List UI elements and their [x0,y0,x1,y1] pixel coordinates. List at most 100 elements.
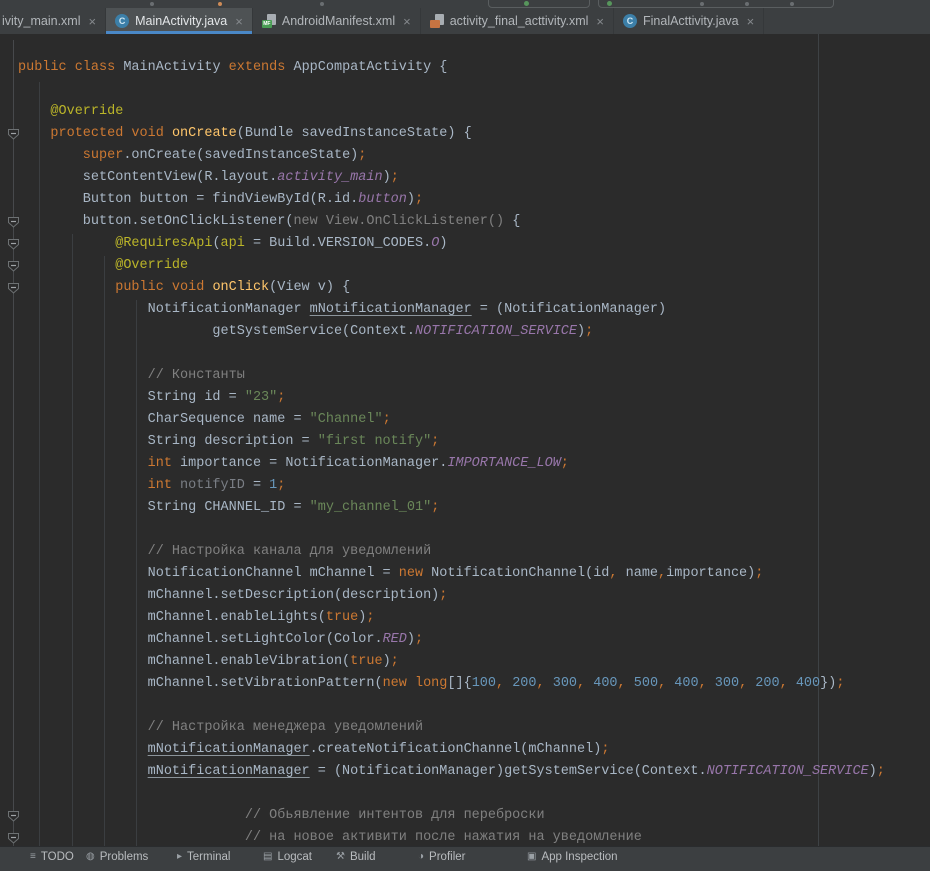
fold-collapse-icon[interactable] [7,810,20,823]
code-line[interactable]: mChannel.enableLights(true); [0,607,930,629]
code-token: 300 [553,676,577,691]
fold-collapse-icon[interactable] [7,832,20,845]
tab-FinalActtivity.java[interactable]: CFinalActtivity.java× [614,8,764,34]
code-line[interactable]: button.setOnClickListener(new View.OnCli… [0,211,930,233]
manifest-file-icon: MF [262,14,276,28]
code-token: ) [383,170,391,185]
code-token: ; [601,742,609,757]
tab-close-icon[interactable]: × [403,15,411,28]
fold-collapse-icon[interactable] [7,238,20,251]
code-token: ) [869,764,877,779]
toolbar-icon-dot [745,2,749,6]
code-line[interactable] [0,695,930,717]
code-token: extends [229,60,294,75]
code-line[interactable]: // Константы [0,365,930,387]
code-token: Button button = findViewById(R.id. [18,192,358,207]
tab-close-icon[interactable]: × [596,15,604,28]
toolwindow-button-problems[interactable]: ◍Problems [86,851,148,863]
code-token: ; [277,478,285,493]
code-line[interactable]: int notifyID = 1; [0,475,930,497]
code-token: mChannel.enableVibration( [18,654,350,669]
code-token: // Константы [18,368,245,383]
code-token: RED [383,632,407,647]
code-line[interactable]: CharSequence name = "Channel"; [0,409,930,431]
code-line[interactable]: NotificationManager mNotificationManager… [0,299,930,321]
code-line[interactable]: // Настройка канала для уведомлений [0,541,930,563]
code-line[interactable]: // Обьявление интентов для переброски [0,805,930,827]
code-token: .onCreate(savedInstanceState) [123,148,358,163]
code-line[interactable]: public void onClick(View v) { [0,277,930,299]
tab-label: FinalActtivity.java [643,14,739,28]
code-line[interactable]: @Override [0,255,930,277]
toolwindow-button-label: Problems [100,851,149,863]
toolwindow-button-terminal[interactable]: ▸Terminal [177,851,231,863]
code-line[interactable]: protected void onCreate(Bundle savedInst… [0,123,930,145]
code-line[interactable] [0,79,930,101]
code-line[interactable]: mChannel.setVibrationPattern(new long[]{… [0,673,930,695]
toolbar-icon-dot [700,2,704,6]
toolwindow-button-build[interactable]: ⚒Build [336,851,376,863]
code-line[interactable]: Button button = findViewById(R.id.button… [0,189,930,211]
code-line[interactable]: int importance = NotificationManager.IMP… [0,453,930,475]
code-line[interactable]: @Override [0,101,930,123]
code-token: importance = NotificationManager. [180,456,447,471]
code-token: }) [820,676,836,691]
code-line[interactable] [0,519,930,541]
code-token: NotificationChannel(id [431,566,609,581]
code-line[interactable]: mNotificationManager.createNotificationC… [0,739,930,761]
code-token: getSystemService(Context. [18,324,415,339]
code-token: 400 [674,676,698,691]
fold-collapse-icon[interactable] [7,128,20,141]
run-config-outline[interactable] [598,0,834,8]
code-line[interactable]: mNotificationManager = (NotificationMana… [0,761,930,783]
tab-MainActivity.java[interactable]: CMainActivity.java× [106,8,253,34]
code-token: importance) [666,566,755,581]
tab-close-icon[interactable]: × [89,15,97,28]
code-line[interactable]: NotificationChannel mChannel = new Notif… [0,563,930,585]
code-token: "23" [245,390,277,405]
code-token: ) [439,236,447,251]
code-token: , [739,676,755,691]
code-line[interactable]: mChannel.setDescription(description); [0,585,930,607]
code-token: NotificationChannel mChannel = [18,566,399,581]
code-line[interactable] [0,343,930,365]
fold-collapse-icon[interactable] [7,260,20,273]
tab-label: MainActivity.java [135,14,227,28]
code-line[interactable]: setContentView(R.layout.activity_main); [0,167,930,189]
code-editor[interactable]: public class MainActivity extends AppCom… [0,34,930,846]
code-line[interactable]: public class MainActivity extends AppCom… [0,57,930,79]
tab-ivity_main.xml[interactable]: ivity_main.xml× [0,8,106,34]
toolwindow-button-profiler[interactable]: ◑Profiler [418,851,465,863]
code-line[interactable]: mChannel.enableVibration(true); [0,651,930,673]
toolwindow-button-logcat[interactable]: ▤Logcat [263,851,312,863]
toolwindow-button-todo[interactable]: ≡TODO [30,851,74,863]
code-line[interactable] [0,783,930,805]
fold-collapse-icon[interactable] [7,216,20,229]
fold-collapse-icon[interactable] [7,282,20,295]
toolwindow-button-app-inspection[interactable]: ▣App Inspection [527,851,618,863]
code-line[interactable]: super.onCreate(savedInstanceState); [0,145,930,167]
code-line[interactable]: // Настройка менеджера уведомлений [0,717,930,739]
code-token: String CHANNEL_ID = [18,500,310,515]
code-token: int [18,456,180,471]
code-token: AppCompatActivity { [293,60,447,75]
code-token: IMPORTANCE_LOW [447,456,560,471]
code-token: ; [391,654,399,669]
code-line[interactable]: getSystemService(Context.NOTIFICATION_SE… [0,321,930,343]
code-line[interactable]: String id = "23"; [0,387,930,409]
code-line[interactable]: @RequiresApi(api = Build.VERSION_CODES.O… [0,233,930,255]
code-line[interactable]: mChannel.setLightColor(Color.RED); [0,629,930,651]
code-area[interactable]: public class MainActivity extends AppCom… [0,57,930,846]
code-line[interactable]: String description = "first notify"; [0,431,930,453]
tab-AndroidManifest.xml[interactable]: MFAndroidManifest.xml× [253,8,421,34]
code-line[interactable]: String CHANNEL_ID = "my_channel_01"; [0,497,930,519]
tab-activity_final_acttivity.xml[interactable]: activity_final_acttivity.xml× [421,8,614,34]
code-token: new long [383,676,448,691]
code-token: ; [585,324,593,339]
tab-close-icon[interactable]: × [747,15,755,28]
device-selector-outline[interactable] [488,0,590,8]
code-line[interactable]: // на новое активити после нажатия на ув… [0,827,930,846]
code-token: "my_channel_01" [310,500,432,515]
code-token: 100 [472,676,496,691]
tab-close-icon[interactable]: × [235,15,243,28]
